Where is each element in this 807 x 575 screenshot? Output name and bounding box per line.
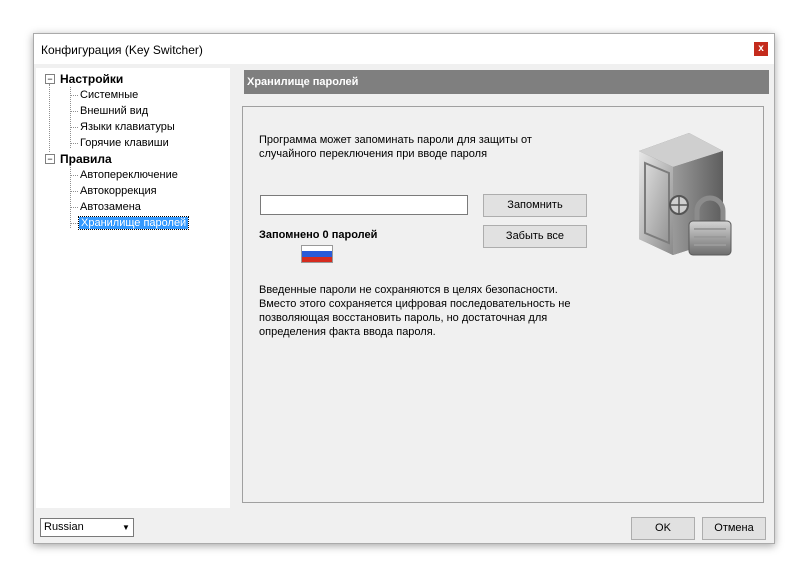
security-note-line: Вместо этого сохраняется цифровая послед…: [259, 298, 571, 310]
tree-connector: [70, 95, 78, 96]
window-title: Конфигурация (Key Switcher): [41, 43, 203, 57]
collapse-toggle-icon[interactable]: −: [45, 74, 55, 84]
ok-button[interactable]: OK: [631, 517, 695, 540]
tree-item-system[interactable]: Системные: [80, 89, 138, 101]
panel-title: Хранилище паролей: [247, 76, 359, 88]
forget-all-button[interactable]: Забыть все: [483, 225, 587, 248]
remember-button[interactable]: Запомнить: [483, 194, 587, 217]
security-note-line: определения факта ввода пароля.: [259, 326, 436, 338]
collapse-toggle-icon[interactable]: −: [45, 154, 55, 164]
client-area: − Настройки Системные Внешний вид Языки …: [34, 64, 774, 543]
tree-connector: [70, 223, 78, 224]
saved-passwords-count: Запомнено 0 паролей: [259, 229, 378, 241]
tree-root-rules[interactable]: Правила: [60, 152, 112, 166]
config-window: Конфигурация (Key Switcher) x − Настройк…: [33, 33, 775, 544]
password-storage-group: Программа может запоминать пароли для за…: [242, 106, 764, 503]
panel-header: Хранилище паролей: [244, 70, 769, 94]
tree-item-hotkeys[interactable]: Горячие клавиши: [80, 137, 169, 149]
safe-with-padlock-icon: [639, 133, 732, 256]
language-select-value: Russian: [44, 521, 84, 533]
tree-connector: [70, 191, 78, 192]
settings-tree[interactable]: − Настройки Системные Внешний вид Языки …: [36, 68, 230, 508]
tree-root-settings[interactable]: Настройки: [60, 72, 123, 86]
security-note-line: Введенные пароли не сохраняются в целях …: [259, 284, 558, 296]
tree-connector: [70, 175, 78, 176]
tree-item-password-storage[interactable]: Хранилище паролей: [77, 216, 190, 230]
settings-panel: Хранилище паролей Программа может запоми…: [234, 68, 770, 508]
chevron-down-icon[interactable]: ▼: [118, 519, 133, 536]
security-note-line: позволяющая восстановить пароль, но дост…: [259, 312, 548, 324]
tree-connector: [70, 127, 78, 128]
language-select[interactable]: Russian ▼: [40, 518, 134, 537]
intro-text-line: Программа может запоминать пароли для за…: [259, 134, 532, 146]
close-button[interactable]: x: [754, 42, 768, 56]
tree-connector: [70, 167, 71, 228]
cancel-button[interactable]: Отмена: [702, 517, 766, 540]
tree-connector: [49, 84, 50, 152]
tree-connector: [70, 111, 78, 112]
tree-connector: [70, 87, 71, 148]
tree-item-appearance[interactable]: Внешний вид: [80, 105, 148, 117]
russian-flag-icon: [301, 245, 333, 263]
intro-text-line: случайного переключения при вводе пароля: [259, 148, 488, 160]
title-bar[interactable]: Конфигурация (Key Switcher) x: [34, 34, 774, 64]
password-input[interactable]: [260, 195, 468, 215]
tree-item-autoreplace[interactable]: Автозамена: [80, 201, 141, 213]
tree-connector: [70, 207, 78, 208]
tree-item-keyboard-languages[interactable]: Языки клавиатуры: [80, 121, 175, 133]
tree-item-autocorrection[interactable]: Автокоррекция: [80, 185, 157, 197]
tree-connector: [70, 143, 78, 144]
tree-item-autoswitch[interactable]: Автопереключение: [80, 169, 178, 181]
